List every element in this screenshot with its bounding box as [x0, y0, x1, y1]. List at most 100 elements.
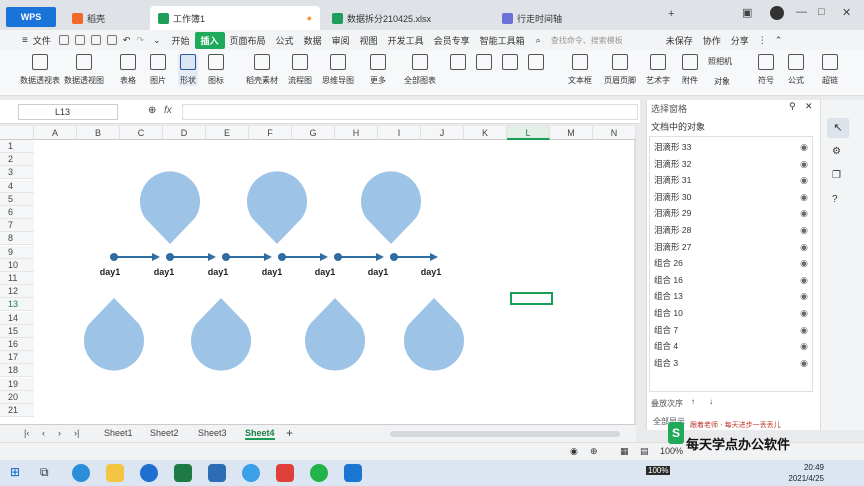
column-header[interactable]: B	[77, 126, 120, 140]
visibility-eye-icon[interactable]: ◉	[800, 239, 808, 255]
timeline-arrowhead[interactable]	[320, 253, 328, 261]
export-pdf-icon[interactable]	[74, 35, 85, 45]
layout-icon[interactable]: ▣	[742, 6, 752, 19]
timeline-arrowhead[interactable]	[376, 253, 384, 261]
object-list-item[interactable]: 组合 26 ◉	[654, 255, 810, 271]
teardrop-top[interactable]	[361, 171, 422, 244]
row-header[interactable]: 17	[0, 351, 34, 365]
help-icon[interactable]: ?	[832, 194, 838, 205]
menu-page-layout[interactable]: 页面布局	[225, 34, 271, 47]
timeline-dot[interactable]	[334, 253, 342, 261]
avatar[interactable]	[770, 6, 784, 20]
object-list-item[interactable]: 组合 7 ◉	[654, 322, 810, 338]
visibility-eye-icon[interactable]: ◉	[800, 272, 808, 288]
wps-home-tab[interactable]: WPS	[6, 7, 56, 27]
formula-input[interactable]	[182, 104, 638, 120]
row-header[interactable]: 1	[0, 140, 34, 153]
row-header[interactable]: 4	[0, 179, 34, 193]
column-header[interactable]: A	[34, 126, 77, 140]
zoom-icon[interactable]: ⊕	[148, 105, 156, 116]
eye-protect-icon[interactable]: ◉	[570, 446, 578, 457]
visibility-eye-icon[interactable]: ◉	[800, 355, 808, 371]
last-sheet-icon[interactable]: ›|	[74, 428, 79, 438]
icon-library-button[interactable]: 图标	[208, 54, 224, 86]
collapse-ribbon-icon[interactable]: ⌃	[775, 35, 783, 46]
column-header[interactable]: J	[421, 126, 464, 140]
share-button[interactable]: 分享	[726, 34, 754, 47]
horizontal-scrollbar[interactable]	[390, 431, 620, 437]
menu-insert[interactable]: 插入	[194, 31, 225, 49]
visibility-eye-icon[interactable]: ◉	[800, 288, 808, 304]
hyperlink-button[interactable]: 超链	[822, 54, 838, 86]
close-icon[interactable]: ✕	[842, 6, 851, 19]
pane-close-icon[interactable]: ✕	[805, 101, 813, 112]
timeline-arrowhead[interactable]	[208, 253, 216, 261]
app-l-icon[interactable]	[140, 464, 158, 482]
timeline-label[interactable]: day1	[100, 267, 121, 277]
row-header[interactable]: 3	[0, 166, 34, 180]
layers-icon[interactable]: ❐	[832, 170, 841, 181]
menu-smart-toolbox[interactable]: 智能工具箱	[475, 34, 530, 47]
timeline-drawing[interactable]: day1 day1 day1 day1 day1 day1 day1	[34, 140, 634, 424]
object-list-item[interactable]: 泪滴形 32 ◉	[654, 156, 810, 172]
visibility-eye-icon[interactable]: ◉	[800, 305, 808, 321]
mail-icon[interactable]	[208, 464, 226, 482]
edge-icon[interactable]	[72, 464, 90, 482]
timeline-arrowhead[interactable]	[264, 253, 272, 261]
menu-developer[interactable]: 开发工具	[383, 34, 429, 47]
new-tab-plus-icon[interactable]: +	[668, 8, 674, 20]
fx-label[interactable]: fx	[164, 105, 172, 116]
timeline-dot[interactable]	[390, 253, 398, 261]
search-icon[interactable]: ⌕	[536, 35, 541, 46]
row-header[interactable]: 13	[0, 298, 34, 312]
teardrop-bottom[interactable]	[404, 298, 464, 371]
more-button[interactable]: 更多	[370, 54, 386, 86]
row-header[interactable]: 14	[0, 311, 34, 325]
tab-data-split[interactable]: 数据拆分210425.xlsx	[324, 6, 488, 30]
prev-sheet-icon[interactable]: ‹	[42, 428, 45, 438]
next-sheet-icon[interactable]: ›	[58, 428, 61, 438]
flowchart-button[interactable]: 流程图	[288, 54, 312, 86]
select-all-corner[interactable]	[0, 126, 34, 140]
store-icon[interactable]	[344, 464, 362, 482]
row-header[interactable]: 18	[0, 364, 34, 378]
timeline-dot[interactable]	[278, 253, 286, 261]
column-header[interactable]: N	[593, 126, 636, 140]
sheet-tab-1[interactable]: Sheet1	[104, 428, 133, 438]
column-header[interactable]: F	[249, 126, 292, 140]
teardrop-top[interactable]	[140, 171, 201, 244]
first-sheet-icon[interactable]: |‹	[24, 428, 29, 438]
object-list-item[interactable]: 组合 3 ◉	[654, 355, 810, 371]
column-header[interactable]: H	[335, 126, 378, 140]
file-explorer-icon[interactable]	[106, 464, 124, 482]
object-list-item[interactable]: 泪滴形 28 ◉	[654, 222, 810, 238]
visibility-eye-icon[interactable]: ◉	[800, 338, 808, 354]
visibility-eye-icon[interactable]: ◉	[800, 255, 808, 271]
chevron-down-icon[interactable]: ⌄	[153, 35, 161, 46]
timeline-dot[interactable]	[110, 253, 118, 261]
save-icon[interactable]	[58, 35, 69, 45]
sheet-tab-3[interactable]: Sheet3	[198, 428, 227, 438]
print-icon[interactable]	[90, 35, 101, 45]
docer-material-button[interactable]: 稻壳素材	[246, 54, 278, 86]
collab-button[interactable]: 协作	[698, 34, 726, 47]
timeline-dot[interactable]	[222, 253, 230, 261]
visibility-eye-icon[interactable]: ◉	[800, 322, 808, 338]
wps-icon[interactable]	[276, 464, 294, 482]
column-header[interactable]: M	[550, 126, 593, 140]
equation-button[interactable]: 公式	[788, 54, 804, 86]
timeline-dot[interactable]	[166, 253, 174, 261]
column-header[interactable]: L	[507, 126, 550, 140]
timeline-label[interactable]: day1	[208, 267, 229, 277]
row-header[interactable]: 6	[0, 206, 34, 219]
chart-type-scatter-button[interactable]	[528, 54, 544, 75]
column-header[interactable]: D	[163, 126, 206, 140]
timeline-label[interactable]: day1	[154, 267, 175, 277]
object-list-item[interactable]: 泪滴形 31 ◉	[654, 172, 810, 188]
tab-workbook1[interactable]: 工作簿1 ●	[150, 6, 320, 30]
object-list-item[interactable]: 泪滴形 30 ◉	[654, 189, 810, 205]
all-charts-button[interactable]: 全部图表	[404, 54, 436, 86]
command-search[interactable]: 查找命令、搜索模板	[551, 35, 623, 46]
row-header[interactable]: 8	[0, 232, 34, 246]
row-header[interactable]: 7	[0, 219, 34, 233]
